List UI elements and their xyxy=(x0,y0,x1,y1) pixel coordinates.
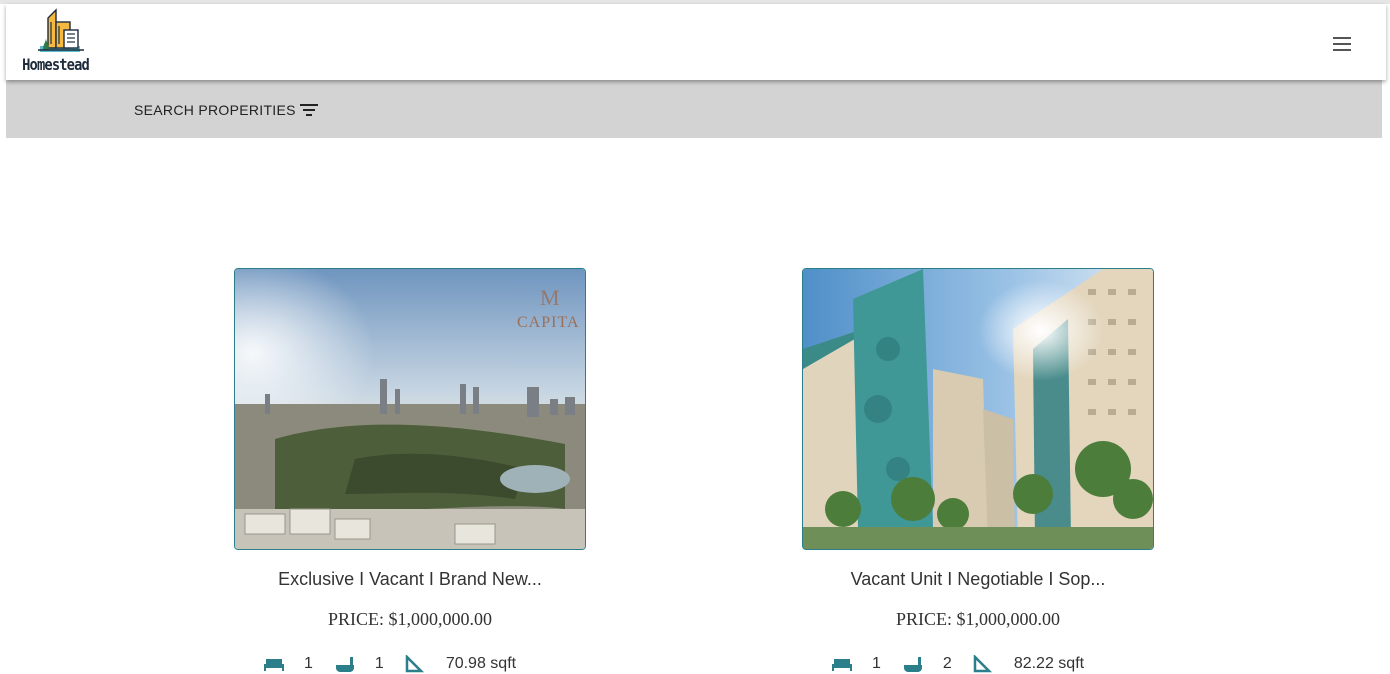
search-bar: SEARCH PROPERITIES xyxy=(6,80,1382,138)
bathroom-count: 1 xyxy=(374,655,384,672)
brand-name: Homestead xyxy=(22,55,90,74)
area-icon xyxy=(973,655,992,673)
building-photo xyxy=(803,269,1153,549)
svg-text:M: M xyxy=(540,285,560,310)
area-value: 70.98 sqft xyxy=(445,655,517,672)
watermark-text: CAPITA xyxy=(517,314,580,331)
bed-icon xyxy=(832,659,852,671)
filter-icon xyxy=(299,103,318,117)
area-value: 82.22 sqft xyxy=(1013,655,1085,672)
listing-features: 1 1 70.98 sqft xyxy=(262,654,536,674)
hamburger-menu-button[interactable] xyxy=(1324,32,1360,56)
listing-price: PRICE: $1,000,000.00 xyxy=(895,609,1060,629)
search-properties-label: SEARCH PROPERITIES xyxy=(134,102,296,118)
hamburger-icon-line xyxy=(1333,49,1351,51)
bathroom-count: 2 xyxy=(942,655,952,672)
hamburger-icon xyxy=(1333,37,1351,39)
bath-icon xyxy=(903,657,922,672)
city-skyline-photo: CAPITA M xyxy=(235,269,585,549)
listing-photo[interactable]: CAPITA M xyxy=(234,268,586,550)
bed-icon xyxy=(264,659,284,671)
hamburger-icon-line xyxy=(1333,43,1351,45)
listing-features: 1 2 82.22 sqft xyxy=(830,654,1104,674)
search-properties-button[interactable]: SEARCH PROPERITIES xyxy=(134,100,318,120)
navbar: Homestead xyxy=(6,4,1386,80)
bath-icon xyxy=(335,657,354,672)
area-icon xyxy=(405,655,424,673)
brand-logo[interactable]: Homestead xyxy=(22,6,102,76)
listing-title[interactable]: Vacant Unit I Negotiable I Sop... xyxy=(762,569,1194,590)
bedroom-count: 1 xyxy=(872,655,881,672)
bedroom-count: 1 xyxy=(304,655,313,672)
listing-title[interactable]: Exclusive I Vacant I Brand New... xyxy=(194,569,626,590)
listing-photo[interactable] xyxy=(802,268,1154,550)
listing-price: PRICE: $1,000,000.00 xyxy=(327,609,492,629)
listing-card[interactable]: Vacant Unit I Negotiable I Sop... PRICE:… xyxy=(802,268,1154,673)
building-logo-icon xyxy=(38,8,84,52)
listing-card[interactable]: CAPITA M Exclusive I Vacant I Brand New.… xyxy=(234,268,586,673)
